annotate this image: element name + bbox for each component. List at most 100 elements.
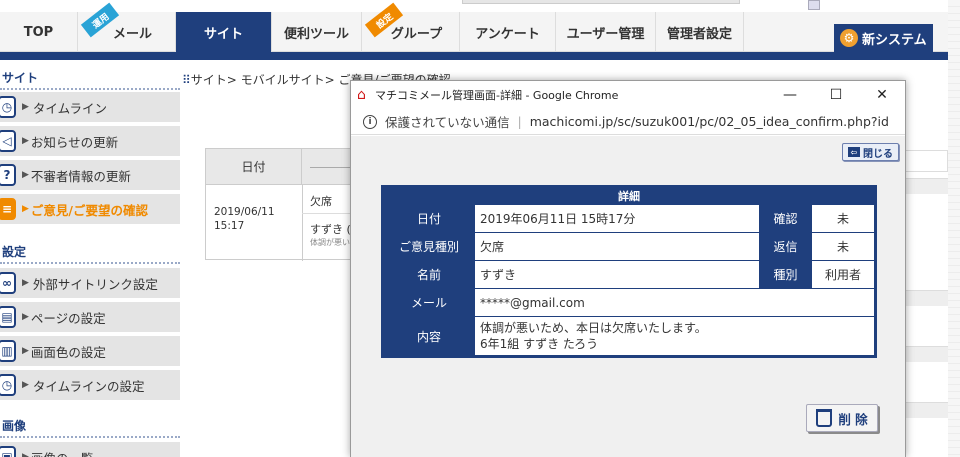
detail-header: 詳細 (382, 186, 876, 205)
type-value: 欠席 (474, 232, 760, 261)
confirm-value: 未 (811, 204, 876, 233)
page-scrollbar[interactable] (948, 0, 960, 457)
chevron-right-icon: ▶ (22, 380, 29, 390)
table-row: メール *****@gmail.com (382, 288, 876, 317)
bg-row (905, 346, 948, 362)
minimize-button[interactable]: — (767, 81, 813, 109)
info-icon[interactable]: i (363, 114, 377, 129)
trash-icon (816, 409, 833, 427)
clock-icon: ◷ (0, 96, 16, 118)
content-label: 内容 (382, 316, 475, 357)
image-icon: ▣ (0, 446, 16, 457)
table-header-date: 日付 (206, 149, 302, 185)
tab-tools[interactable]: 便利ツール (272, 12, 362, 52)
table-cell-type[interactable]: 欠席 (310, 193, 332, 209)
question-icon: ? (0, 164, 16, 186)
chevron-right-icon: ▶ (22, 102, 29, 112)
type-label: ご意見種別 (382, 232, 475, 261)
table-row: 名前 すずき 種別 利用者 (382, 260, 876, 289)
sidebar-section-site: サイト (0, 66, 180, 90)
table-row: 日付 2019年06月11日 15時17分 確認 未 (382, 204, 876, 233)
detail-popup-window: ⌂ マチコミメール管理画面-詳細 - Google Chrome — ☐ ✕ i… (350, 80, 906, 457)
tab-survey[interactable]: アンケート (460, 12, 556, 52)
detail-table: 詳細 日付 2019年06月11日 15時17分 確認 未 ご意見種別 欠席 返… (381, 185, 877, 358)
bg-panel (905, 150, 948, 172)
date-label: 日付 (382, 204, 475, 233)
tab-admin[interactable]: 管理者設定 (656, 12, 744, 52)
home-icon: ⌂ (357, 87, 366, 103)
table-header-right (302, 149, 354, 185)
table-divider (302, 213, 354, 214)
chevron-right-icon: ▶ (22, 170, 29, 180)
link-icon: ∞ (0, 272, 16, 294)
table-cell-name[interactable]: すずき ( (310, 221, 351, 237)
chevron-right-icon: ▶ (22, 204, 29, 214)
page-url[interactable]: machicomi.jp/sc/suzuk001/pc/02_05_idea_c… (530, 114, 890, 129)
tab-users[interactable]: ユーザー管理 (556, 12, 656, 52)
top-search-bar[interactable] (462, 0, 740, 4)
name-label: 名前 (382, 260, 475, 289)
tab-group[interactable]: 設定 グループ (362, 2, 460, 52)
gear-icon: ⚙ (840, 29, 858, 47)
sidebar-item-news[interactable]: ◁ ▶ お知らせの更新 (0, 126, 180, 158)
chevron-right-icon: ▶ (22, 452, 29, 457)
sidebar-item-opinions[interactable]: ≡ ▶ ご意見/ご要望の確認 (0, 194, 180, 226)
table-row: ご意見種別 欠席 返信 未 (382, 232, 876, 261)
table-cell-preview: 体調が悪い (310, 238, 350, 247)
kind-label: 種別 (759, 260, 812, 289)
table-row-date: 2019/06/11 15:17 (214, 206, 275, 232)
mail-label: メール (382, 288, 475, 317)
chevron-right-icon: ▶ (22, 278, 29, 288)
popup-titlebar: ⌂ マチコミメール管理画面-詳細 - Google Chrome — ☐ ✕ (351, 81, 905, 109)
main-nav: TOP 運用 メール サイト 便利ツール 設定 グループ アンケート ユーザー管… (0, 2, 948, 52)
address-separator: | (517, 114, 522, 129)
chevron-right-icon: ▶ (22, 312, 29, 322)
sidebar-item-color-settings[interactable]: ▥ ▶ 画面色の設定 (0, 336, 180, 368)
content-value: 体調が悪いため、本日は欠席いたします。 6年1組 すずき たろう (474, 316, 876, 357)
top-strip-button[interactable] (808, 0, 820, 10)
maximize-button[interactable]: ☐ (813, 81, 859, 109)
popup-title: マチコミメール管理画面-詳細 - Google Chrome (375, 89, 619, 102)
close-button[interactable]: ⇦ 閉じる (842, 143, 899, 161)
nav-underline (0, 52, 948, 60)
exit-icon: ⇦ (848, 147, 860, 157)
date-value: 2019年06月11日 15時17分 (474, 204, 760, 233)
top-strip (0, 0, 960, 12)
security-status: 保護されていない通信 (385, 115, 510, 130)
sidebar-item-image-list[interactable]: ▣ ▶ 画像の一覧 (0, 442, 180, 457)
sidebar-item-suspicious[interactable]: ? ▶ 不審者情報の更新 (0, 160, 180, 192)
sidebar: サイト ◷ ▶ タイムライン ◁ ▶ お知らせの更新 ? ▶ 不審者情報の更新 … (0, 60, 180, 457)
tab-mail[interactable]: 運用 メール (78, 2, 176, 52)
address-bar[interactable]: i 保護されていない通信 | machicomi.jp/sc/suzuk001/… (351, 109, 905, 135)
opinions-table: 日付 2019/06/11 15:17 欠席 すずき ( 体調が悪い (205, 148, 354, 261)
sidebar-item-page-settings[interactable]: ▤ ▶ ページの設定 (0, 302, 180, 334)
delete-button[interactable]: 削 除 (806, 404, 878, 432)
sidebar-section-images: 画像 (0, 414, 180, 438)
sidebar-item-timeline-settings[interactable]: ◷ ▶ タイムラインの設定 (0, 370, 180, 402)
tab-top[interactable]: TOP (0, 12, 78, 52)
sidebar-section-settings: 設定 (0, 240, 180, 264)
new-system-link[interactable]: ⚙ 新システム (834, 24, 933, 52)
brush-icon: ▥ (0, 340, 16, 362)
confirm-label: 確認 (759, 204, 812, 233)
sidebar-item-external-links[interactable]: ∞ ▶ 外部サイトリンク設定 (0, 268, 180, 300)
tab-site[interactable]: サイト (176, 12, 272, 52)
megaphone-icon: ◁ (0, 130, 16, 152)
kind-value: 利用者 (811, 260, 876, 289)
page-icon: ▤ (0, 306, 16, 328)
name-value: すずき (474, 260, 760, 289)
table-divider (302, 185, 303, 261)
bg-row (905, 178, 948, 194)
bg-row (905, 402, 948, 418)
mail-value: *****@gmail.com (474, 288, 876, 317)
popup-content: ⇦ 閉じる 詳細 日付 2019年06月11日 15時17分 確認 未 ご意見種… (351, 136, 905, 457)
table-row: 内容 体調が悪いため、本日は欠席いたします。 6年1組 すずき たろう (382, 316, 876, 357)
clock-icon: ◷ (0, 374, 16, 396)
chevron-right-icon: ▶ (22, 346, 29, 356)
window-close-button[interactable]: ✕ (859, 81, 905, 109)
reply-label: 返信 (759, 232, 812, 261)
sidebar-item-timeline[interactable]: ◷ ▶ タイムライン (0, 92, 180, 124)
chevron-right-icon: ▶ (22, 136, 29, 146)
reply-value: 未 (811, 232, 876, 261)
breadcrumb-icon: ⠿ (182, 73, 191, 87)
